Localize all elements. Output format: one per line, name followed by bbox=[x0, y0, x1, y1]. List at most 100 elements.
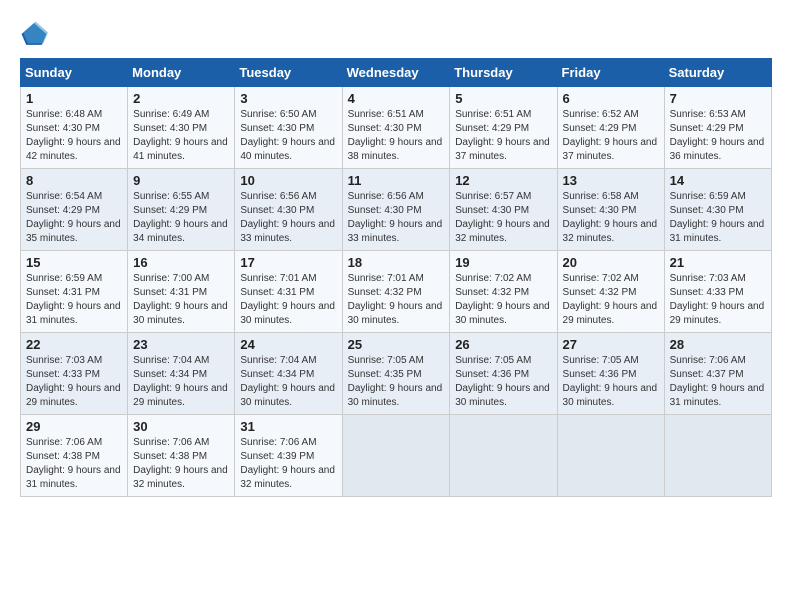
sunset-label: Sunset: 4:37 PM bbox=[670, 369, 744, 380]
sunrise-label: Sunrise: 7:06 AM bbox=[240, 437, 316, 448]
sunset-label: Sunset: 4:30 PM bbox=[240, 123, 314, 134]
day-number: 16 bbox=[133, 255, 229, 270]
day-info: Sunrise: 7:05 AM Sunset: 4:36 PM Dayligh… bbox=[563, 354, 659, 410]
day-number: 6 bbox=[563, 91, 659, 106]
calendar-day-cell: 23 Sunrise: 7:04 AM Sunset: 4:34 PM Dayl… bbox=[128, 333, 235, 415]
sunset-label: Sunset: 4:29 PM bbox=[133, 205, 207, 216]
sunset-label: Sunset: 4:32 PM bbox=[455, 287, 529, 298]
calendar-week-row: 22 Sunrise: 7:03 AM Sunset: 4:33 PM Dayl… bbox=[21, 333, 772, 415]
daylight-label: Daylight: 9 hours and 32 minutes. bbox=[133, 465, 228, 490]
calendar-day-cell: 26 Sunrise: 7:05 AM Sunset: 4:36 PM Dayl… bbox=[450, 333, 557, 415]
daylight-label: Daylight: 9 hours and 32 minutes. bbox=[455, 219, 550, 244]
day-number: 26 bbox=[455, 337, 551, 352]
day-number: 30 bbox=[133, 419, 229, 434]
sunrise-label: Sunrise: 6:56 AM bbox=[240, 191, 316, 202]
calendar-day-cell: 17 Sunrise: 7:01 AM Sunset: 4:31 PM Dayl… bbox=[235, 251, 342, 333]
day-info: Sunrise: 7:03 AM Sunset: 4:33 PM Dayligh… bbox=[670, 272, 766, 328]
sunset-label: Sunset: 4:33 PM bbox=[670, 287, 744, 298]
day-header-tuesday: Tuesday bbox=[235, 59, 342, 87]
daylight-label: Daylight: 9 hours and 41 minutes. bbox=[133, 137, 228, 162]
calendar-day-cell: 4 Sunrise: 6:51 AM Sunset: 4:30 PM Dayli… bbox=[342, 87, 450, 169]
daylight-label: Daylight: 9 hours and 30 minutes. bbox=[348, 383, 443, 408]
sunrise-label: Sunrise: 6:53 AM bbox=[670, 109, 746, 120]
sunrise-label: Sunrise: 7:03 AM bbox=[670, 273, 746, 284]
calendar-day-cell: 30 Sunrise: 7:06 AM Sunset: 4:38 PM Dayl… bbox=[128, 415, 235, 497]
sunrise-label: Sunrise: 7:02 AM bbox=[563, 273, 639, 284]
sunset-label: Sunset: 4:39 PM bbox=[240, 451, 314, 462]
day-header-friday: Friday bbox=[557, 59, 664, 87]
daylight-label: Daylight: 9 hours and 31 minutes. bbox=[26, 301, 121, 326]
sunrise-label: Sunrise: 6:51 AM bbox=[455, 109, 531, 120]
day-number: 4 bbox=[348, 91, 445, 106]
day-info: Sunrise: 7:04 AM Sunset: 4:34 PM Dayligh… bbox=[240, 354, 336, 410]
day-info: Sunrise: 7:02 AM Sunset: 4:32 PM Dayligh… bbox=[455, 272, 551, 328]
day-number: 24 bbox=[240, 337, 336, 352]
day-info: Sunrise: 6:57 AM Sunset: 4:30 PM Dayligh… bbox=[455, 190, 551, 246]
day-number: 28 bbox=[670, 337, 766, 352]
sunrise-label: Sunrise: 6:50 AM bbox=[240, 109, 316, 120]
day-number: 17 bbox=[240, 255, 336, 270]
calendar-day-cell bbox=[664, 415, 771, 497]
day-number: 13 bbox=[563, 173, 659, 188]
day-number: 29 bbox=[26, 419, 122, 434]
day-info: Sunrise: 6:53 AM Sunset: 4:29 PM Dayligh… bbox=[670, 108, 766, 164]
sunrise-label: Sunrise: 6:51 AM bbox=[348, 109, 424, 120]
daylight-label: Daylight: 9 hours and 42 minutes. bbox=[26, 137, 121, 162]
sunset-label: Sunset: 4:31 PM bbox=[133, 287, 207, 298]
sunrise-label: Sunrise: 7:01 AM bbox=[348, 273, 424, 284]
sunset-label: Sunset: 4:29 PM bbox=[563, 123, 637, 134]
daylight-label: Daylight: 9 hours and 36 minutes. bbox=[670, 137, 765, 162]
calendar-day-cell: 25 Sunrise: 7:05 AM Sunset: 4:35 PM Dayl… bbox=[342, 333, 450, 415]
daylight-label: Daylight: 9 hours and 31 minutes. bbox=[670, 219, 765, 244]
day-info: Sunrise: 7:06 AM Sunset: 4:38 PM Dayligh… bbox=[133, 436, 229, 492]
sunset-label: Sunset: 4:36 PM bbox=[563, 369, 637, 380]
calendar-day-cell: 1 Sunrise: 6:48 AM Sunset: 4:30 PM Dayli… bbox=[21, 87, 128, 169]
sunrise-label: Sunrise: 7:04 AM bbox=[240, 355, 316, 366]
day-info: Sunrise: 6:48 AM Sunset: 4:30 PM Dayligh… bbox=[26, 108, 122, 164]
sunset-label: Sunset: 4:30 PM bbox=[348, 205, 422, 216]
sunrise-label: Sunrise: 7:05 AM bbox=[455, 355, 531, 366]
sunset-label: Sunset: 4:35 PM bbox=[348, 369, 422, 380]
calendar-day-cell: 5 Sunrise: 6:51 AM Sunset: 4:29 PM Dayli… bbox=[450, 87, 557, 169]
calendar-day-cell: 3 Sunrise: 6:50 AM Sunset: 4:30 PM Dayli… bbox=[235, 87, 342, 169]
daylight-label: Daylight: 9 hours and 32 minutes. bbox=[240, 465, 335, 490]
calendar-day-cell: 13 Sunrise: 6:58 AM Sunset: 4:30 PM Dayl… bbox=[557, 169, 664, 251]
day-info: Sunrise: 7:06 AM Sunset: 4:37 PM Dayligh… bbox=[670, 354, 766, 410]
day-header-monday: Monday bbox=[128, 59, 235, 87]
day-info: Sunrise: 7:01 AM Sunset: 4:32 PM Dayligh… bbox=[348, 272, 445, 328]
calendar-day-cell: 8 Sunrise: 6:54 AM Sunset: 4:29 PM Dayli… bbox=[21, 169, 128, 251]
sunset-label: Sunset: 4:29 PM bbox=[670, 123, 744, 134]
day-number: 12 bbox=[455, 173, 551, 188]
daylight-label: Daylight: 9 hours and 30 minutes. bbox=[348, 301, 443, 326]
day-info: Sunrise: 7:00 AM Sunset: 4:31 PM Dayligh… bbox=[133, 272, 229, 328]
sunrise-label: Sunrise: 6:49 AM bbox=[133, 109, 209, 120]
daylight-label: Daylight: 9 hours and 30 minutes. bbox=[240, 383, 335, 408]
calendar-week-row: 29 Sunrise: 7:06 AM Sunset: 4:38 PM Dayl… bbox=[21, 415, 772, 497]
day-info: Sunrise: 6:54 AM Sunset: 4:29 PM Dayligh… bbox=[26, 190, 122, 246]
sunrise-label: Sunrise: 7:04 AM bbox=[133, 355, 209, 366]
sunset-label: Sunset: 4:29 PM bbox=[455, 123, 529, 134]
day-number: 15 bbox=[26, 255, 122, 270]
calendar-day-cell: 9 Sunrise: 6:55 AM Sunset: 4:29 PM Dayli… bbox=[128, 169, 235, 251]
day-number: 10 bbox=[240, 173, 336, 188]
sunrise-label: Sunrise: 6:52 AM bbox=[563, 109, 639, 120]
sunrise-label: Sunrise: 7:06 AM bbox=[670, 355, 746, 366]
daylight-label: Daylight: 9 hours and 40 minutes. bbox=[240, 137, 335, 162]
day-info: Sunrise: 6:50 AM Sunset: 4:30 PM Dayligh… bbox=[240, 108, 336, 164]
sunset-label: Sunset: 4:32 PM bbox=[563, 287, 637, 298]
day-info: Sunrise: 7:05 AM Sunset: 4:35 PM Dayligh… bbox=[348, 354, 445, 410]
day-info: Sunrise: 6:51 AM Sunset: 4:29 PM Dayligh… bbox=[455, 108, 551, 164]
day-info: Sunrise: 7:02 AM Sunset: 4:32 PM Dayligh… bbox=[563, 272, 659, 328]
sunset-label: Sunset: 4:36 PM bbox=[455, 369, 529, 380]
daylight-label: Daylight: 9 hours and 29 minutes. bbox=[133, 383, 228, 408]
sunset-label: Sunset: 4:30 PM bbox=[133, 123, 207, 134]
sunrise-label: Sunrise: 6:48 AM bbox=[26, 109, 102, 120]
sunset-label: Sunset: 4:38 PM bbox=[133, 451, 207, 462]
sunrise-label: Sunrise: 7:06 AM bbox=[133, 437, 209, 448]
day-info: Sunrise: 6:59 AM Sunset: 4:31 PM Dayligh… bbox=[26, 272, 122, 328]
day-info: Sunrise: 6:59 AM Sunset: 4:30 PM Dayligh… bbox=[670, 190, 766, 246]
day-number: 2 bbox=[133, 91, 229, 106]
sunrise-label: Sunrise: 7:05 AM bbox=[348, 355, 424, 366]
day-info: Sunrise: 6:49 AM Sunset: 4:30 PM Dayligh… bbox=[133, 108, 229, 164]
daylight-label: Daylight: 9 hours and 37 minutes. bbox=[563, 137, 658, 162]
